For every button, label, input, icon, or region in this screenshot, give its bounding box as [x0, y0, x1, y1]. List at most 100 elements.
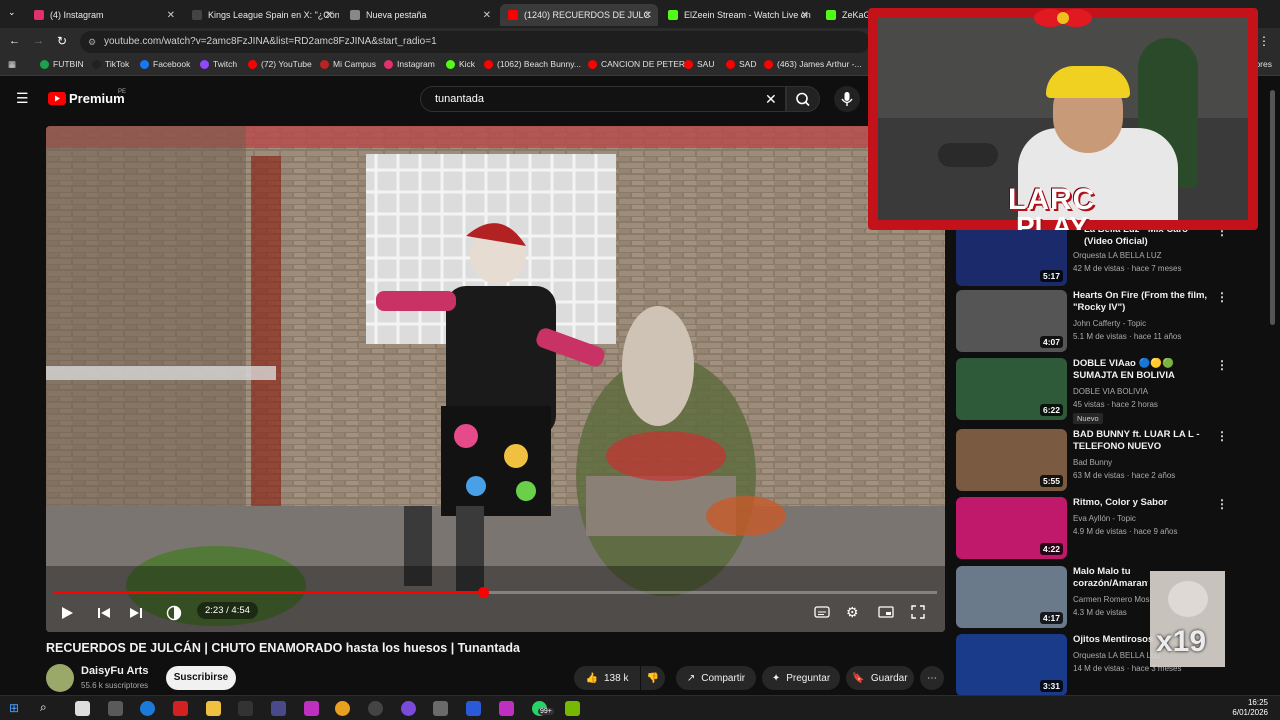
- close-icon[interactable]: ✕: [167, 10, 175, 21]
- chrome-icon[interactable]: [335, 701, 350, 716]
- task-view-icon[interactable]: [75, 701, 90, 716]
- youtube-logo-icon[interactable]: [48, 92, 66, 105]
- channel-name[interactable]: DaisyFu Arts: [81, 665, 148, 677]
- recommendation-title[interactable]: DOBLE VIAao 🔵🟡🟢 SUMAJTA EN BOLIVIA NÉCTA…: [1073, 358, 1213, 382]
- bookmark-mi-campus[interactable]: Mi Campus: [320, 59, 376, 69]
- back-icon[interactable]: ←: [9, 35, 20, 47]
- tab-kings-league[interactable]: Kings League Spain en X: "¿Cón ✕: [184, 4, 339, 26]
- app-icon[interactable]: [271, 701, 286, 716]
- app-icon[interactable]: [401, 701, 416, 716]
- search-icon[interactable]: ⌕: [40, 700, 47, 715]
- tab-new-tab[interactable]: Nueva pestaña ✕: [342, 4, 497, 26]
- subtitles-button[interactable]: [814, 605, 830, 622]
- bookmark-twitch[interactable]: Twitch: [200, 59, 237, 69]
- more-vert-icon[interactable]: ⋮: [1216, 497, 1228, 511]
- video-player[interactable]: 2:23 / 4:54 ⚙: [46, 126, 945, 632]
- bookmark-james-arthur[interactable]: (463) James Arthur -...: [764, 59, 862, 69]
- bookmark-kick[interactable]: Kick: [446, 59, 475, 69]
- subscribe-button[interactable]: Suscribirse: [166, 666, 236, 690]
- more-actions-button[interactable]: ⋯: [920, 666, 944, 690]
- miniplayer-button[interactable]: [878, 605, 894, 622]
- ask-button[interactable]: ✦ Preguntar: [762, 666, 840, 690]
- clock-date[interactable]: 6/01/2026: [1222, 708, 1268, 717]
- recommendation-title[interactable]: Hearts On Fire (From the film, "Rocky IV…: [1073, 290, 1213, 314]
- word-icon[interactable]: [466, 701, 481, 716]
- video-thumbnail[interactable]: 4:07: [956, 290, 1067, 352]
- bookmark-facebook[interactable]: Facebook: [140, 59, 190, 69]
- bookmark-sad[interactable]: SAD: [726, 59, 756, 69]
- bookmark-cancion-peter[interactable]: CANCION DE PETER: [588, 59, 685, 69]
- bookmark-tiktok[interactable]: TikTok: [92, 59, 129, 69]
- next-button[interactable]: [129, 606, 143, 623]
- edge-icon[interactable]: [140, 701, 155, 716]
- apps-icon[interactable]: ▦: [8, 59, 16, 70]
- forward-icon[interactable]: →: [33, 35, 44, 47]
- app-icon[interactable]: [304, 701, 319, 716]
- close-icon[interactable]: ✕: [483, 10, 491, 21]
- tab-elzeein-stream[interactable]: ElZeein Stream - Watch Live on ✕: [660, 4, 815, 26]
- bookmark-youtube[interactable]: (72) YouTube: [248, 59, 312, 69]
- save-button[interactable]: 🔖 Guardar: [846, 666, 914, 690]
- recommendation-title[interactable]: Malo Malo tu corazón/Amarante: [1073, 566, 1148, 590]
- like-button[interactable]: 👍 138 k: [574, 666, 640, 690]
- close-icon[interactable]: ✕: [801, 10, 809, 21]
- recommendation-channel[interactable]: DOBLE VIA BOLIVIA: [1073, 387, 1148, 396]
- recommendation-title[interactable]: BAD BUNNY ft. LUAR LA L - TELEFONO NUEVO…: [1073, 429, 1213, 453]
- tab-youtube-active[interactable]: (1240) RECUERDOS DE JULC ✕: [500, 4, 658, 26]
- video-thumbnail[interactable]: 5:55: [956, 429, 1067, 491]
- app-icon[interactable]: [499, 701, 514, 716]
- reload-icon[interactable]: ↻: [57, 34, 67, 48]
- recommendation-channel[interactable]: Orquesta LA BELLA LUZ: [1073, 651, 1162, 660]
- browser-menu-icon[interactable]: ⋮: [1258, 34, 1270, 48]
- file-explorer-icon[interactable]: [206, 701, 221, 716]
- progress-track[interactable]: [54, 587, 937, 598]
- recommendation-item[interactable]: 5:17 La Bella Luz - Mix Caro (Video Ofic…: [956, 224, 1256, 286]
- recommendation-title[interactable]: Ritmo, Color y Sabor: [1073, 497, 1213, 509]
- site-info-icon[interactable]: ⚙: [88, 31, 96, 53]
- app-icon[interactable]: [173, 701, 188, 716]
- voice-search-button[interactable]: [834, 86, 860, 112]
- recommendation-item[interactable]: 6:22 DOBLE VIAao 🔵🟡🟢 SUMAJTA EN BOLIVIA …: [956, 358, 1256, 424]
- tab-zekagar[interactable]: ZeKaGar: [818, 4, 873, 26]
- more-vert-icon[interactable]: ⋮: [1216, 429, 1228, 443]
- play-button[interactable]: [60, 606, 74, 623]
- recommendation-item[interactable]: 5:55 BAD BUNNY ft. LUAR LA L - TELEFONO …: [956, 429, 1256, 491]
- bookmark-sau[interactable]: SAU: [684, 59, 714, 69]
- tab-list-icon[interactable]: ⌄: [8, 7, 16, 18]
- sidebar-scrollbar[interactable]: [1270, 90, 1275, 325]
- recommendation-item[interactable]: 4:07 Hearts On Fire (From the film, "Roc…: [956, 290, 1256, 352]
- nvidia-icon[interactable]: [565, 701, 580, 716]
- bookmark-instagram[interactable]: Instagram: [384, 59, 435, 69]
- fullscreen-button[interactable]: [911, 605, 925, 622]
- tab-instagram[interactable]: (4) Instagram ✕: [26, 4, 181, 26]
- windows-start-icon[interactable]: ⊞: [9, 701, 19, 715]
- video-thumbnail[interactable]: 6:22: [956, 358, 1067, 420]
- more-vert-icon[interactable]: ⋮: [1216, 290, 1228, 304]
- clear-search-icon[interactable]: ✕: [765, 87, 777, 111]
- video-thumbnail[interactable]: 4:22: [956, 497, 1067, 559]
- search-input[interactable]: tunantada ✕: [420, 86, 786, 112]
- calculator-icon[interactable]: [433, 701, 448, 716]
- recommendation-item[interactable]: 4:22 Ritmo, Color y Sabor Eva Ayllón - T…: [956, 497, 1256, 559]
- widgets-icon[interactable]: [108, 701, 123, 716]
- recommendation-channel[interactable]: John Cafferty - Topic: [1073, 319, 1146, 328]
- recommendation-channel[interactable]: Bad Bunny: [1073, 458, 1112, 467]
- app-icon[interactable]: [238, 701, 253, 716]
- clock-time[interactable]: 16:25: [1238, 698, 1268, 707]
- app-icon[interactable]: [368, 701, 383, 716]
- recommendation-channel[interactable]: Orquesta LA BELLA LUZ: [1073, 251, 1162, 260]
- channel-avatar[interactable]: [46, 664, 74, 692]
- bookmark-beach-bunny[interactable]: (1062) Beach Bunny...: [484, 59, 581, 69]
- recommendation-channel[interactable]: Carmen Romero Mos: [1073, 595, 1149, 604]
- recommendation-channel[interactable]: Eva Ayllón - Topic: [1073, 514, 1136, 523]
- hamburger-menu-icon[interactable]: ☰: [16, 90, 29, 107]
- bookmark-futbin[interactable]: FUTBIN: [40, 59, 84, 69]
- premium-logo-text[interactable]: Premium: [69, 91, 125, 106]
- search-button[interactable]: [786, 86, 820, 112]
- video-thumbnail[interactable]: 4:17: [956, 566, 1067, 628]
- close-icon[interactable]: ✕: [644, 10, 652, 21]
- settings-button[interactable]: ⚙: [846, 604, 859, 621]
- volume-button[interactable]: [166, 605, 182, 624]
- close-icon[interactable]: ✕: [325, 10, 333, 21]
- url-bar[interactable]: ⚙ youtube.com/watch?v=2amc8FzJINA&list=R…: [80, 31, 870, 53]
